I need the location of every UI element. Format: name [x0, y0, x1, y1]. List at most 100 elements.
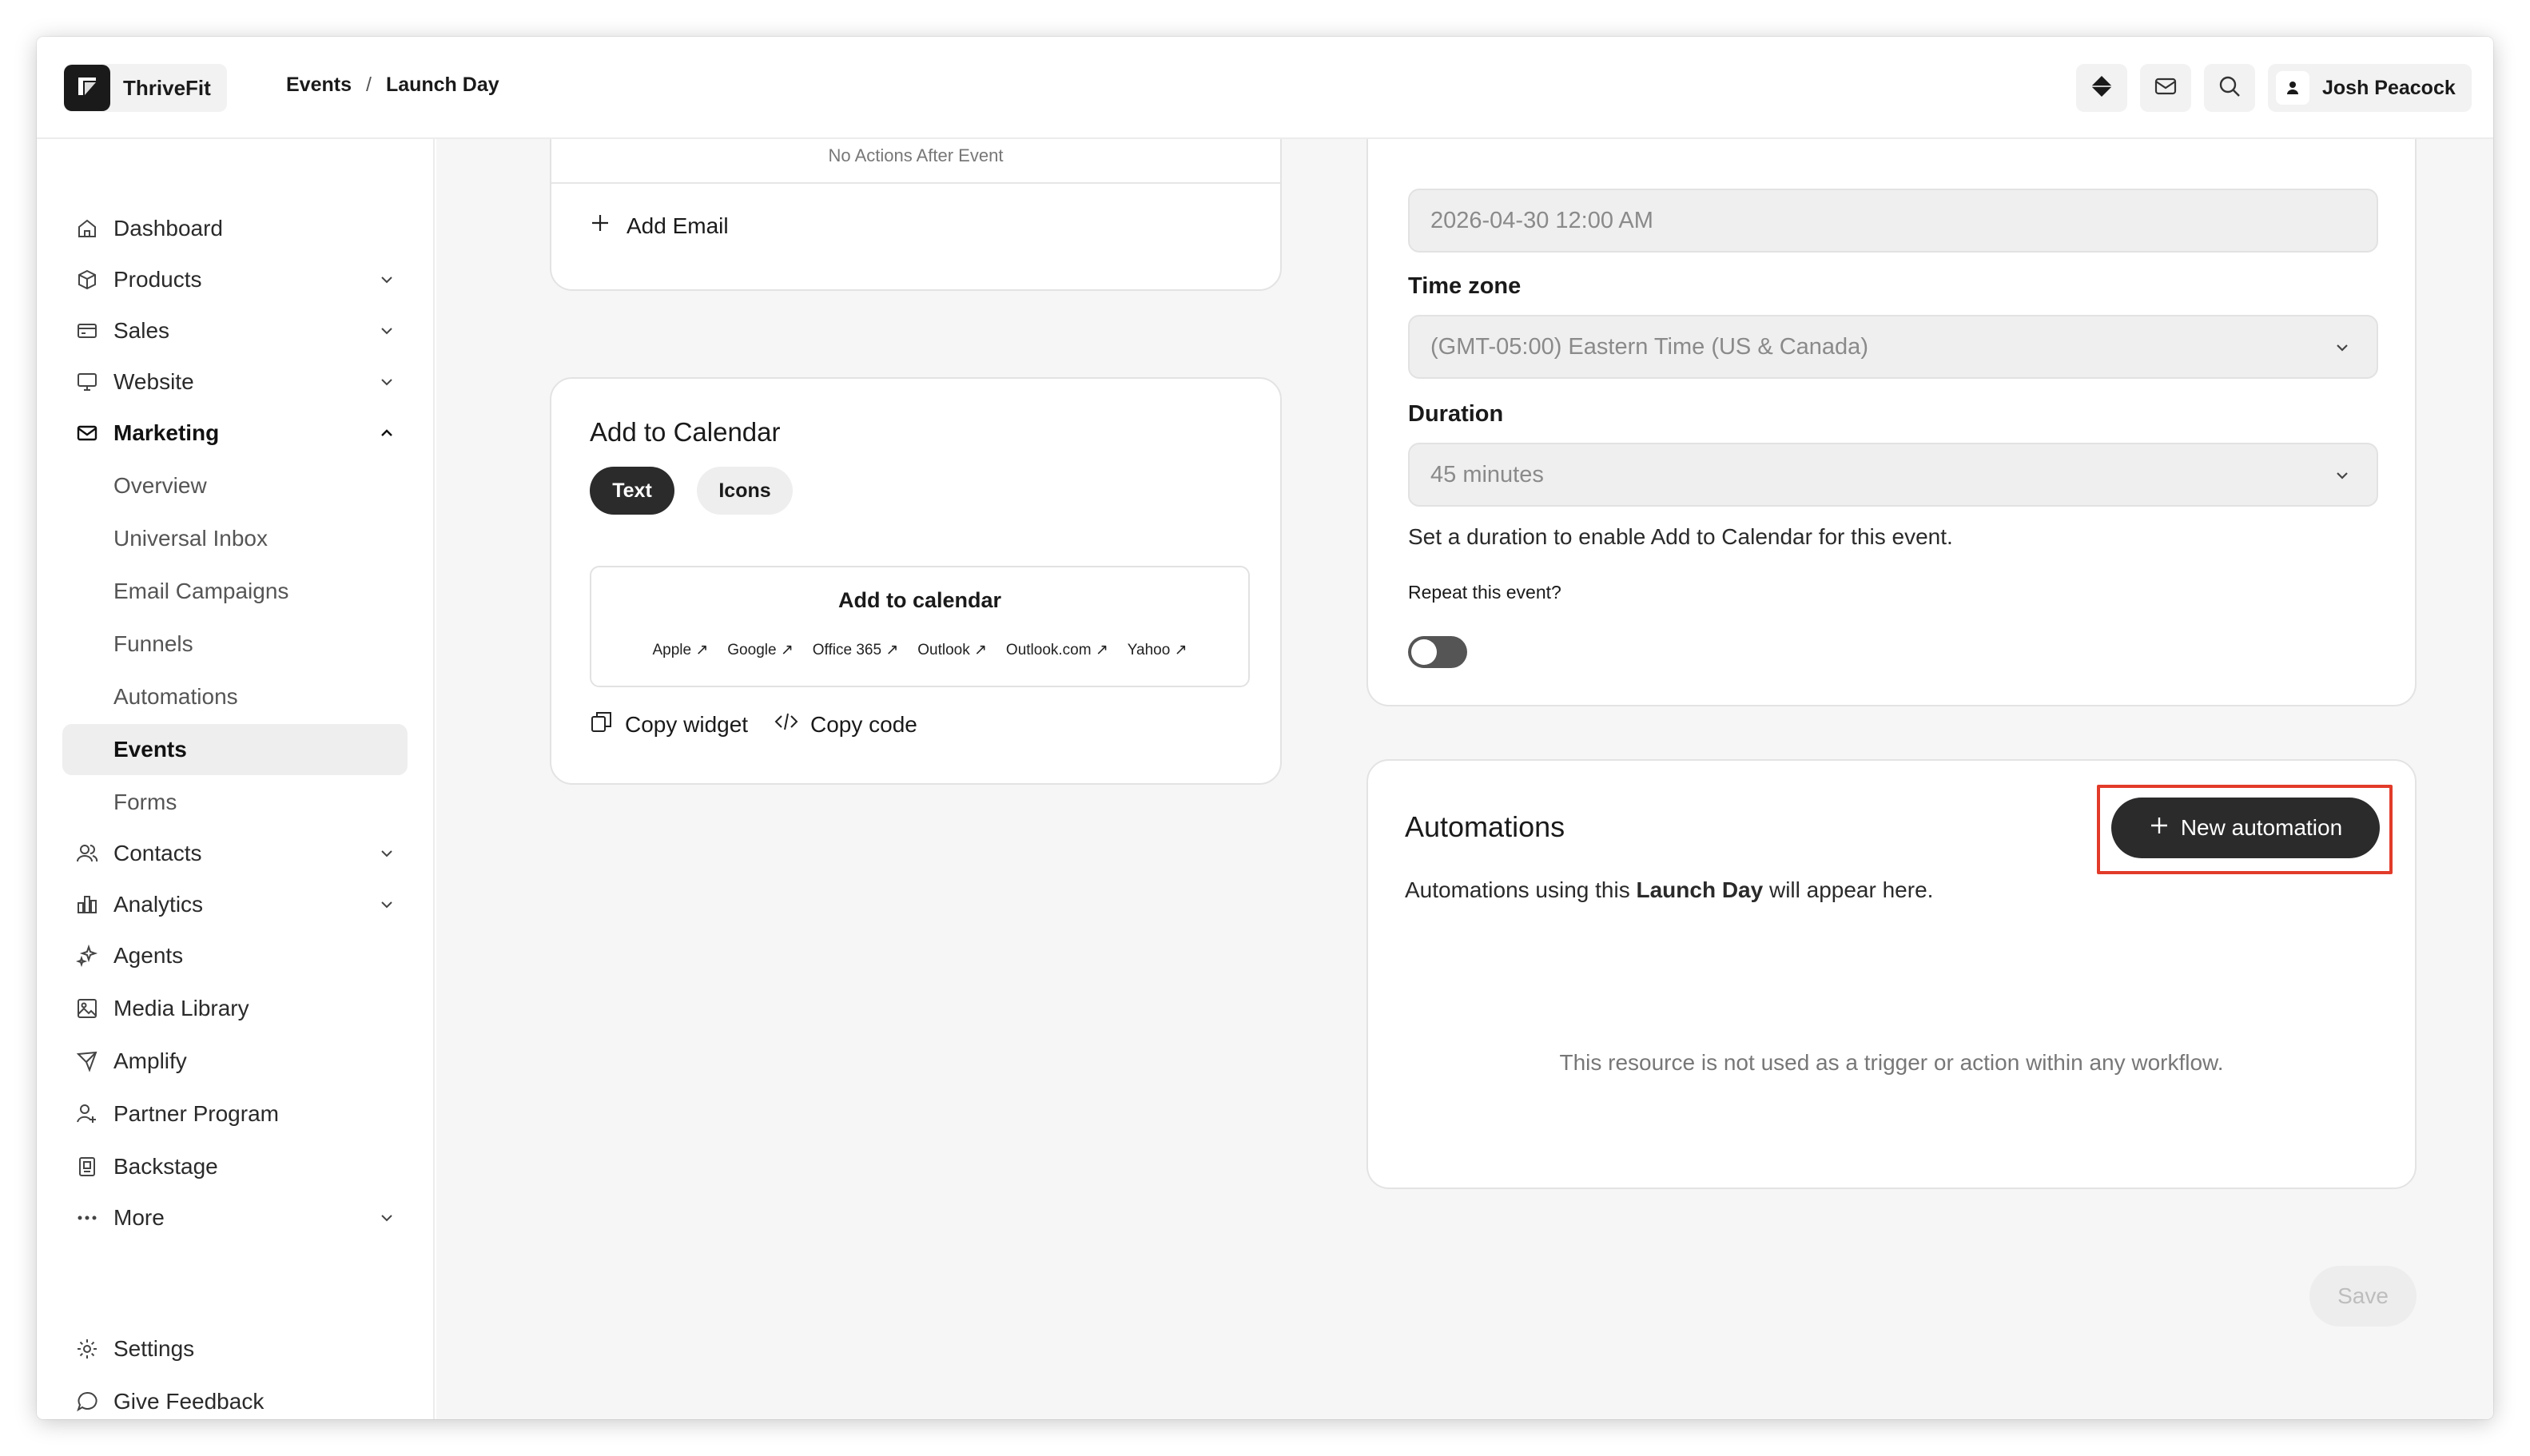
add-email-label: Add Email: [627, 213, 729, 238]
copy-widget-button[interactable]: Copy widget: [590, 710, 748, 739]
sidebar-item-label: Media Library: [113, 996, 249, 1020]
desc-prefix: Automations using this: [1405, 877, 1637, 902]
search-icon: [2218, 74, 2242, 102]
external-link-icon: ↗: [1174, 642, 1187, 658]
diamond-button[interactable]: [2076, 64, 2127, 112]
copy-icon: [590, 710, 614, 739]
app-window: ThriveFit Events / Launch Day Josh Peaco…: [37, 37, 2493, 1419]
add-to-calendar-card: Add to Calendar Text Icons Add to calend…: [550, 377, 1282, 785]
breadcrumb-events[interactable]: Events: [286, 74, 352, 97]
box-icon: [74, 266, 101, 293]
provider-label: Yahoo: [1127, 642, 1171, 658]
calendar-link-apple[interactable]: Apple ↗: [652, 641, 708, 659]
copy-widget-label: Copy widget: [625, 711, 749, 737]
home-icon: [74, 215, 101, 242]
sidebar-item-agents[interactable]: Agents: [62, 930, 408, 981]
copy-code-button[interactable]: Copy code: [774, 710, 917, 739]
sidebar-item-sales[interactable]: Sales: [62, 305, 408, 356]
calendar-link-google[interactable]: Google ↗: [727, 641, 793, 659]
code-icon: [774, 710, 799, 739]
sidebar-item-amplify[interactable]: Amplify: [62, 1036, 408, 1087]
sidebar-item-backstage[interactable]: Backstage: [62, 1141, 408, 1192]
chevron-down-icon: [2330, 463, 2354, 487]
person-plus-icon: [74, 1100, 101, 1128]
preview-title: Add to calendar: [837, 588, 1002, 612]
mail-icon: [74, 420, 101, 447]
search-button[interactable]: [2204, 64, 2255, 112]
sidebar-sub-funnels[interactable]: Funnels: [62, 619, 408, 670]
sidebar-item-label: Analytics: [113, 892, 204, 917]
calendar-link-outlook-com[interactable]: Outlook.com ↗: [1006, 641, 1108, 659]
timezone-label: Time zone: [1408, 273, 1522, 299]
breadcrumb-launch-day[interactable]: Launch Day: [386, 74, 499, 97]
sidebar-item-label: Amplify: [113, 1048, 187, 1073]
chevron-down-icon: [2330, 336, 2354, 360]
sidebar-item-marketing[interactable]: Marketing: [62, 408, 408, 459]
sidebar-sub-email-campaigns[interactable]: Email Campaigns: [62, 566, 408, 617]
sidebar-item-label: Website: [113, 369, 194, 394]
timezone-value: (GMT-05:00) Eastern Time (US & Canada): [1430, 333, 1868, 360]
timezone-select[interactable]: (GMT-05:00) Eastern Time (US & Canada): [1408, 315, 2378, 379]
sidebar-item-website[interactable]: Website: [62, 356, 408, 408]
provider-label: Outlook.com: [1005, 642, 1092, 658]
sidebar-item-contacts[interactable]: Contacts: [62, 828, 408, 879]
external-link-icon: ↗: [695, 642, 709, 658]
chevron-down-icon: [374, 267, 400, 292]
sidebar-item-label: Contacts: [113, 841, 202, 865]
calendar-link-office365[interactable]: Office 365 ↗: [813, 641, 898, 659]
breadcrumb: Events / Launch Day: [286, 74, 499, 97]
brand-switcher[interactable]: ThriveFit: [64, 64, 227, 112]
desc-event-name: Launch Day: [1636, 877, 1764, 902]
chevron-up-icon: [374, 420, 400, 446]
chevron-down-icon: [374, 892, 400, 917]
provider-label: Outlook: [917, 642, 970, 658]
event-settings-card: 2026-04-30 12:00 AM Time zone (GMT-05:00…: [1366, 139, 2417, 706]
sidebar-item-analytics[interactable]: Analytics: [62, 879, 408, 930]
calendar-style-text-toggle[interactable]: Text: [590, 467, 674, 515]
save-button[interactable]: Save: [2309, 1266, 2417, 1327]
sidebar-sub-automations[interactable]: Automations: [62, 671, 408, 722]
no-actions-row: No Actions After Event: [551, 139, 1280, 184]
calendar-link-outlook[interactable]: Outlook ↗: [917, 641, 987, 659]
sidebar-sub-universal-inbox[interactable]: Universal Inbox: [62, 513, 408, 564]
sidebar-sub-forms[interactable]: Forms: [62, 777, 408, 828]
end-datetime-field[interactable]: 2026-04-30 12:00 AM: [1408, 189, 2378, 253]
chevron-down-icon: [374, 318, 400, 344]
mail-icon: [2154, 74, 2178, 102]
sidebar-sub-events[interactable]: Events: [62, 724, 408, 775]
sidebar-item-label: Sales: [113, 318, 170, 343]
new-automation-highlight: [2097, 785, 2393, 874]
inbox-button[interactable]: [2140, 64, 2191, 112]
duration-select[interactable]: 45 minutes: [1408, 443, 2378, 507]
sidebar-item-media-library[interactable]: Media Library: [62, 983, 408, 1034]
no-actions-text: No Actions After Event: [828, 145, 1004, 165]
sidebar-item-give-feedback[interactable]: Give Feedback: [62, 1376, 408, 1419]
users-icon: [74, 840, 101, 867]
sidebar: Dashboard Products Sales Website Marketi…: [37, 139, 435, 1419]
brand-logo-icon: [64, 65, 110, 111]
copy-code-label: Copy code: [810, 711, 917, 737]
main-content: No Actions After Event Add Email Add to …: [436, 139, 2493, 1419]
sidebar-item-partner-program[interactable]: Partner Program: [62, 1088, 408, 1140]
external-link-icon: ↗: [974, 642, 987, 658]
calendar-style-icons-toggle[interactable]: Icons: [697, 467, 793, 515]
sidebar-item-label: Products: [113, 267, 202, 292]
provider-label: Apple: [652, 642, 692, 658]
sidebar-sub-overview[interactable]: Overview: [62, 460, 408, 511]
calendar-widget-preview: Add to calendar Apple ↗ Google ↗ Office …: [590, 566, 1250, 687]
chevron-down-icon: [374, 1205, 400, 1231]
top-bar: ThriveFit Events / Launch Day Josh Peaco…: [37, 37, 2493, 139]
calendar-link-yahoo[interactable]: Yahoo ↗: [1128, 641, 1187, 659]
sidebar-item-dashboard[interactable]: Dashboard: [62, 203, 408, 254]
chevron-down-icon: [374, 369, 400, 395]
sidebar-item-products[interactable]: Products: [62, 254, 408, 305]
sidebar-item-settings[interactable]: Settings: [62, 1323, 408, 1374]
external-link-icon: ↗: [780, 642, 794, 658]
plus-icon: [590, 213, 611, 239]
sidebar-item-label: Settings: [113, 1336, 195, 1361]
user-menu[interactable]: Josh Peacock: [2268, 64, 2472, 112]
add-email-button[interactable]: Add Email: [590, 213, 729, 239]
repeat-event-toggle[interactable]: [1408, 636, 1467, 668]
sidebar-item-more[interactable]: More: [62, 1192, 408, 1243]
chat-icon: [74, 1388, 101, 1415]
